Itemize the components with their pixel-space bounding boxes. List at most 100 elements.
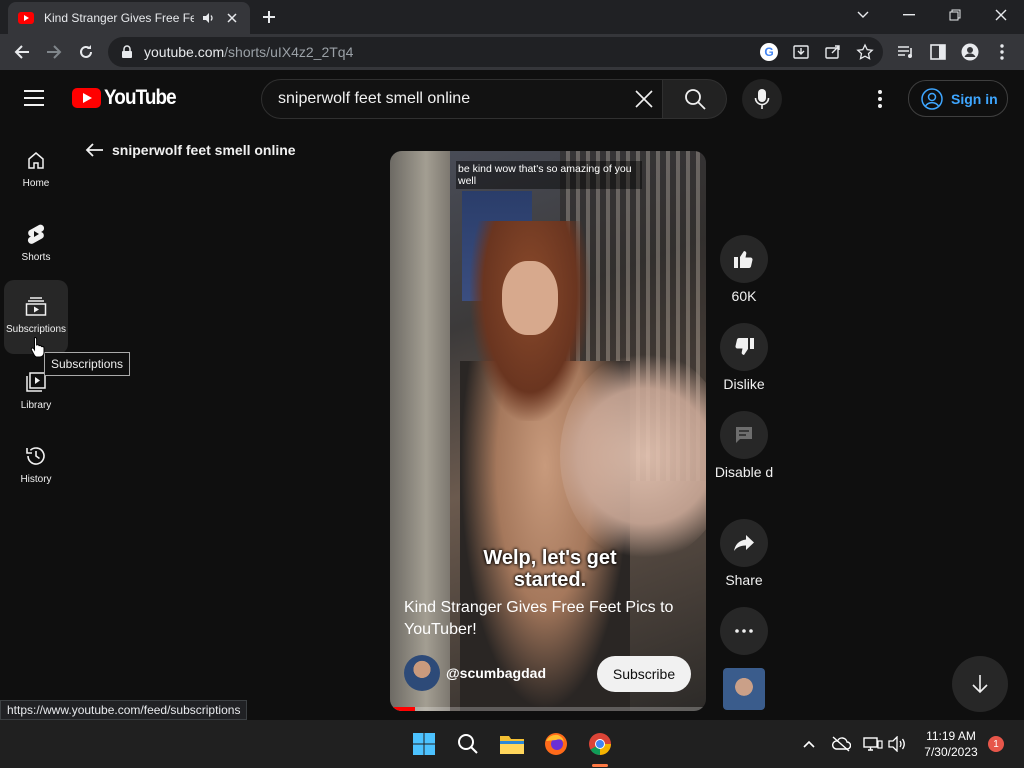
- voice-search-button[interactable]: [742, 79, 782, 119]
- sidebar-item-label: Home: [22, 178, 50, 189]
- link-status-bubble: https://www.youtube.com/feed/subscriptio…: [0, 700, 248, 720]
- sign-in-button[interactable]: Sign in: [908, 80, 1008, 117]
- tab-title: Kind Stranger Gives Free Feet: [44, 11, 194, 25]
- search-input[interactable]: sniperwolf feet smell online: [261, 79, 663, 119]
- shorts-video-player[interactable]: be kind wow that's so amazing of you wel…: [390, 151, 706, 711]
- dislike-button[interactable]: [720, 323, 768, 371]
- subscribe-button[interactable]: Subscribe: [597, 656, 691, 692]
- youtube-play-logo-icon: [72, 88, 101, 108]
- sidebar-item-label: History: [20, 474, 52, 485]
- url-text: youtube.com/shorts/uIX4z2_2Tq4: [144, 44, 354, 60]
- restore-icon[interactable]: [932, 0, 978, 30]
- hamburger-menu-icon[interactable]: [22, 88, 50, 108]
- comment-icon: [736, 427, 752, 443]
- back-arrow-icon[interactable]: [8, 38, 36, 66]
- hand-cursor-icon: [30, 336, 45, 358]
- notification-badge[interactable]: 1: [988, 736, 1004, 752]
- youtube-logo[interactable]: YouTube: [72, 86, 184, 110]
- file-explorer-icon[interactable]: [496, 728, 528, 760]
- sidebar-item-history[interactable]: History: [4, 430, 68, 504]
- channel-thumbnail[interactable]: [723, 668, 765, 710]
- channel-avatar[interactable]: [404, 655, 440, 691]
- media-control-icon[interactable]: [892, 38, 920, 66]
- youtube-page: YouTube sniperwolf feet smell online Sig…: [0, 70, 1024, 720]
- firefox-icon[interactable]: [540, 728, 572, 760]
- search-icon: [684, 89, 706, 110]
- search-button[interactable]: [663, 79, 727, 119]
- google-lens-icon[interactable]: G: [760, 43, 778, 61]
- back-to-search-button[interactable]: sniperwolf feet smell online: [84, 142, 296, 158]
- comments-button[interactable]: [720, 411, 768, 459]
- sidebar-item-home[interactable]: Home: [4, 134, 68, 208]
- sidebar-item-label: Shorts: [21, 252, 51, 263]
- like-button[interactable]: [720, 235, 768, 283]
- tab-search-chevron-icon[interactable]: [840, 0, 886, 30]
- back-arrow-icon: [85, 143, 103, 157]
- share-arrow-icon: [734, 535, 754, 551]
- clock-time: 11:19 AM: [926, 729, 976, 743]
- address-bar[interactable]: youtube.com/shorts/uIX4z2_2Tq4 G: [108, 37, 883, 67]
- active-app-indicator: [592, 764, 608, 767]
- progress-fill: [390, 707, 416, 711]
- video-frame-face: [502, 261, 558, 335]
- minimize-icon[interactable]: [886, 0, 932, 30]
- more-actions-button[interactable]: [720, 607, 768, 655]
- thumbs-down-icon: [735, 338, 754, 355]
- dislike-label: Dislike: [723, 376, 765, 392]
- share-label: Share: [725, 572, 763, 588]
- channel-link[interactable]: @scumbagdad: [404, 655, 546, 691]
- like-count: 60K: [731, 288, 757, 304]
- close-window-icon[interactable]: [978, 0, 1024, 30]
- history-icon: [24, 444, 48, 468]
- taskbar-search-icon[interactable]: [452, 728, 484, 760]
- speaker-icon[interactable]: [200, 10, 216, 26]
- logo-text: YouTube: [104, 86, 177, 109]
- browser-tab-strip: Kind Stranger Gives Free Feet: [0, 0, 1024, 34]
- forward-arrow-icon[interactable]: [40, 38, 68, 66]
- next-short-button[interactable]: [952, 656, 1008, 712]
- windows-start-icon[interactable]: [408, 728, 440, 760]
- onedrive-offline-icon[interactable]: [826, 728, 856, 760]
- bookmark-star-icon[interactable]: [856, 43, 874, 66]
- sidebar-item-shorts[interactable]: Shorts: [4, 208, 68, 282]
- close-tab-icon[interactable]: [224, 10, 240, 26]
- chrome-menu-icon[interactable]: [988, 38, 1016, 66]
- new-tab-icon[interactable]: [258, 6, 280, 28]
- share-button[interactable]: [720, 519, 768, 567]
- sign-in-label: Sign in: [951, 90, 998, 107]
- sidebar-item-label: Subscriptions: [5, 324, 67, 335]
- lock-icon[interactable]: [120, 45, 134, 59]
- microphone-icon: [754, 89, 770, 109]
- clock-date: 7/30/2023: [924, 745, 978, 759]
- share-page-icon[interactable]: [824, 43, 842, 66]
- browser-toolbar: youtube.com/shorts/uIX4z2_2Tq4 G: [0, 34, 1024, 70]
- comments-disabled-label: Disable d: [714, 464, 774, 480]
- reload-icon[interactable]: [72, 38, 100, 66]
- show-hidden-icons-chevron-icon[interactable]: [794, 728, 824, 760]
- system-clock[interactable]: 11:19 AM 7/30/2023: [916, 728, 986, 760]
- back-label: sniperwolf feet smell online: [112, 142, 296, 158]
- windows-taskbar: 11:19 AM 7/30/2023 1: [0, 720, 1024, 768]
- overlay-comment: be kind wow that's so amazing of you wel…: [456, 161, 642, 189]
- tooltip: Subscriptions: [44, 352, 131, 376]
- settings-menu-icon[interactable]: [868, 87, 892, 111]
- clear-search-icon[interactable]: [632, 87, 656, 111]
- arrow-down-icon: [972, 675, 988, 694]
- side-panel-icon[interactable]: [924, 38, 952, 66]
- sidebar-item-label: Library: [20, 400, 52, 411]
- video-progress-bar[interactable]: [390, 707, 706, 711]
- profile-icon[interactable]: [956, 38, 984, 66]
- chrome-taskbar-icon[interactable]: [584, 728, 616, 760]
- channel-name[interactable]: @scumbagdad: [446, 665, 546, 681]
- subscriptions-icon: [24, 294, 48, 318]
- youtube-favicon-icon: [18, 12, 34, 24]
- shorts-icon: [24, 222, 48, 246]
- volume-icon[interactable]: [882, 728, 912, 760]
- thumbs-up-icon: [734, 251, 753, 268]
- home-icon: [24, 148, 48, 172]
- browser-tab[interactable]: Kind Stranger Gives Free Feet: [8, 2, 250, 34]
- short-title[interactable]: Kind Stranger Gives Free Feet Pics to Yo…: [404, 597, 694, 641]
- masthead: YouTube sniperwolf feet smell online Sig…: [0, 70, 1024, 126]
- install-app-icon[interactable]: [792, 43, 810, 66]
- video-caption: Welp, let's get started.: [483, 547, 617, 591]
